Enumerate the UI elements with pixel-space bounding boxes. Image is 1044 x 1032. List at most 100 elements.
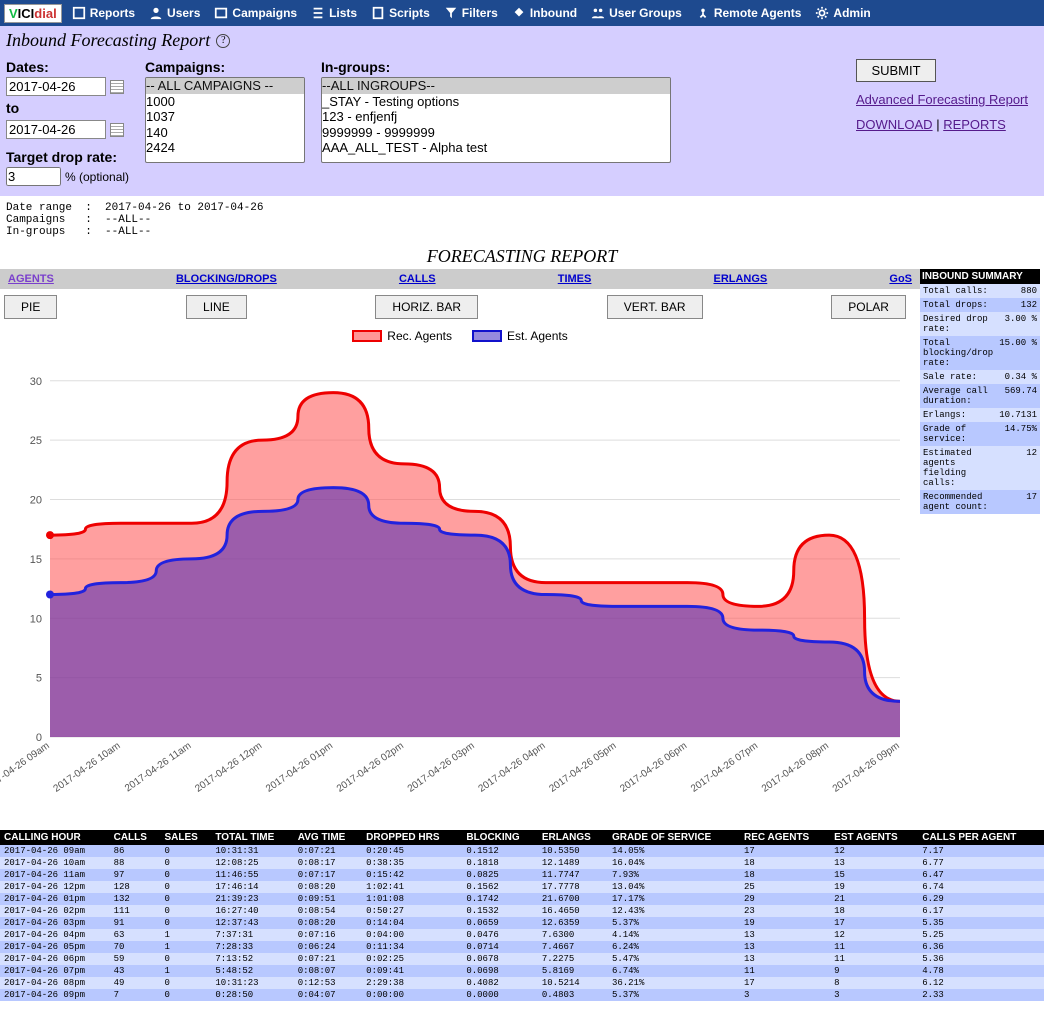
download-link[interactable]: DOWNLOAD — [856, 117, 933, 132]
svg-text:30: 30 — [30, 376, 42, 388]
nav-remote-agents[interactable]: Remote Agents — [696, 6, 802, 20]
nav-admin[interactable]: Admin — [815, 6, 870, 20]
target-drop-input[interactable] — [6, 167, 61, 186]
table-row: 2017-04-26 02pm111016:27:400:08:540:50:2… — [0, 905, 1044, 917]
col-header: CALLING HOUR — [0, 830, 110, 845]
svg-text:2017-04-26 03pm: 2017-04-26 03pm — [406, 740, 477, 794]
table-row: 2017-04-26 09am86010:31:310:07:210:20:45… — [0, 845, 1044, 857]
summary-row: Estimated agents fielding calls:12 — [920, 446, 1040, 490]
col-header: TOTAL TIME — [211, 830, 293, 845]
submit-button[interactable]: SUBMIT — [856, 59, 936, 82]
table-row: 2017-04-26 05pm7017:28:330:06:240:11:340… — [0, 941, 1044, 953]
summary-row: Total calls:880 — [920, 284, 1040, 298]
tab-times[interactable]: TIMES — [554, 271, 596, 287]
nav-user-groups[interactable]: User Groups — [591, 6, 682, 20]
tab-calls[interactable]: CALLS — [395, 271, 440, 287]
chart-type-row: PIE LINE HORIZ. BAR VERT. BAR POLAR — [0, 289, 910, 325]
nav-campaigns[interactable]: Campaigns — [214, 6, 297, 20]
summary-title: INBOUND SUMMARY — [920, 269, 1040, 284]
ingroups-label: In-groups: — [321, 59, 671, 75]
advanced-report-link[interactable]: Advanced Forecasting Report — [856, 92, 1028, 107]
col-header: GRADE OF SERVICE — [608, 830, 740, 845]
summary-row: Sale rate:0.34 % — [920, 370, 1040, 384]
svg-text:2017-04-26 11am: 2017-04-26 11am — [123, 740, 193, 794]
svg-text:2017-04-26 06pm: 2017-04-26 06pm — [618, 740, 689, 794]
data-table: CALLING HOURCALLSSALESTOTAL TIMEAVG TIME… — [0, 830, 1044, 1001]
tab-erlangs[interactable]: ERLANGS — [709, 271, 771, 287]
to-label: to — [6, 100, 129, 116]
target-label: Target drop rate: — [6, 149, 129, 165]
summary-row: Desired drop rate:3.00 % — [920, 312, 1040, 336]
svg-text:2017-04-26 08pm: 2017-04-26 08pm — [760, 740, 831, 794]
col-header: AVG TIME — [294, 830, 362, 845]
svg-text:10: 10 — [30, 613, 42, 625]
meta-info: Date range : 2017-04-26 to 2017-04-26 Ca… — [0, 196, 1044, 244]
filter-area: Dates: to Target drop rate: % (optional)… — [0, 55, 1044, 196]
ingroups-select[interactable]: --ALL INGROUPS--_STAY - Testing options1… — [321, 77, 671, 163]
svg-text:2017-04-26 04pm: 2017-04-26 04pm — [477, 740, 548, 794]
metric-tabs: AGENTS BLOCKING/DROPS CALLS TIMES ERLANGS GoS — [0, 269, 920, 289]
svg-text:2017-04-26 01pm: 2017-04-26 01pm — [264, 740, 335, 794]
col-header: CALLS PER AGENT — [918, 830, 1044, 845]
forecast-chart: 0510152025302017-04-26 09am2017-04-26 10… — [0, 347, 910, 827]
nav-users[interactable]: Users — [149, 6, 200, 20]
nav-inbound[interactable]: Inbound — [512, 6, 577, 20]
tab-gos[interactable]: GoS — [885, 271, 916, 287]
svg-text:2017-04-26 05pm: 2017-04-26 05pm — [547, 740, 618, 794]
target-suffix: % (optional) — [65, 170, 129, 184]
summary-row: Grade of service:14.75% — [920, 422, 1040, 446]
col-header: CALLS — [110, 830, 161, 845]
col-header: REC AGENTS — [740, 830, 830, 845]
col-header: SALES — [160, 830, 211, 845]
calendar-icon[interactable] — [110, 80, 124, 94]
col-header: DROPPED HRS — [362, 830, 462, 845]
svg-text:2017-04-26 09am: 2017-04-26 09am — [0, 740, 52, 794]
col-header: EST AGENTS — [830, 830, 918, 845]
svg-text:0: 0 — [36, 732, 42, 744]
summary-row: Total drops:132 — [920, 298, 1040, 312]
chart-type-line[interactable]: LINE — [186, 295, 247, 319]
chart-legend: Rec. Agents Est. Agents — [0, 325, 920, 347]
date-end-input[interactable] — [6, 120, 106, 139]
page-title: Inbound Forecasting Report — [6, 30, 210, 51]
tab-blockingdrops[interactable]: BLOCKING/DROPS — [172, 271, 281, 287]
chart-type-horizbar[interactable]: HORIZ. BAR — [375, 295, 478, 319]
table-row: 2017-04-26 10am88012:08:250:08:170:38:35… — [0, 857, 1044, 869]
svg-text:15: 15 — [30, 554, 42, 566]
table-row: 2017-04-26 06pm5907:13:520:07:210:02:250… — [0, 953, 1044, 965]
legend-swatch-rec — [352, 330, 382, 342]
table-row: 2017-04-26 12pm128017:46:140:08:201:02:4… — [0, 881, 1044, 893]
chart-type-pie[interactable]: PIE — [4, 295, 57, 319]
dates-label: Dates: — [6, 59, 129, 75]
table-row: 2017-04-26 09pm700:28:500:04:070:00:000.… — [0, 989, 1044, 1001]
table-row: 2017-04-26 08pm49010:31:230:12:532:29:38… — [0, 977, 1044, 989]
svg-text:2017-04-26 09pm: 2017-04-26 09pm — [831, 740, 902, 794]
summary-row: Average call duration:569.74 — [920, 384, 1040, 408]
svg-text:2017-04-26 07pm: 2017-04-26 07pm — [689, 740, 760, 794]
help-icon[interactable]: ? — [216, 34, 230, 48]
date-start-input[interactable] — [6, 77, 106, 96]
chart-type-polar[interactable]: POLAR — [831, 295, 906, 319]
nav-scripts[interactable]: Scripts — [371, 6, 430, 20]
legend-swatch-est — [472, 330, 502, 342]
nav-lists[interactable]: Lists — [311, 6, 357, 20]
chart-type-vertbar[interactable]: VERT. BAR — [607, 295, 703, 319]
reports-link[interactable]: REPORTS — [943, 117, 1006, 132]
table-row: 2017-04-26 01pm132021:39:230:09:511:01:0… — [0, 893, 1044, 905]
col-header: BLOCKING — [462, 830, 538, 845]
table-row: 2017-04-26 03pm91012:37:430:08:200:14:04… — [0, 917, 1044, 929]
summary-row: Recommended agent count:17 — [920, 490, 1040, 514]
nav-reports[interactable]: Reports — [72, 6, 135, 20]
table-row: 2017-04-26 11am97011:46:550:07:170:15:42… — [0, 869, 1044, 881]
campaigns-label: Campaigns: — [145, 59, 305, 75]
nav-filters[interactable]: Filters — [444, 6, 498, 20]
calendar-icon[interactable] — [110, 123, 124, 137]
report-title: FORECASTING REPORT — [0, 244, 1044, 269]
page-title-bar: Inbound Forecasting Report ? — [0, 26, 1044, 55]
tab-agents[interactable]: AGENTS — [4, 271, 58, 287]
logo: VICIdial — [4, 4, 62, 23]
table-row: 2017-04-26 07pm4315:48:520:08:070:09:410… — [0, 965, 1044, 977]
table-row: 2017-04-26 04pm6317:37:310:07:160:04:000… — [0, 929, 1044, 941]
campaigns-select[interactable]: -- ALL CAMPAIGNS --100010371402424 — [145, 77, 305, 163]
summary-row: Erlangs:10.7131 — [920, 408, 1040, 422]
